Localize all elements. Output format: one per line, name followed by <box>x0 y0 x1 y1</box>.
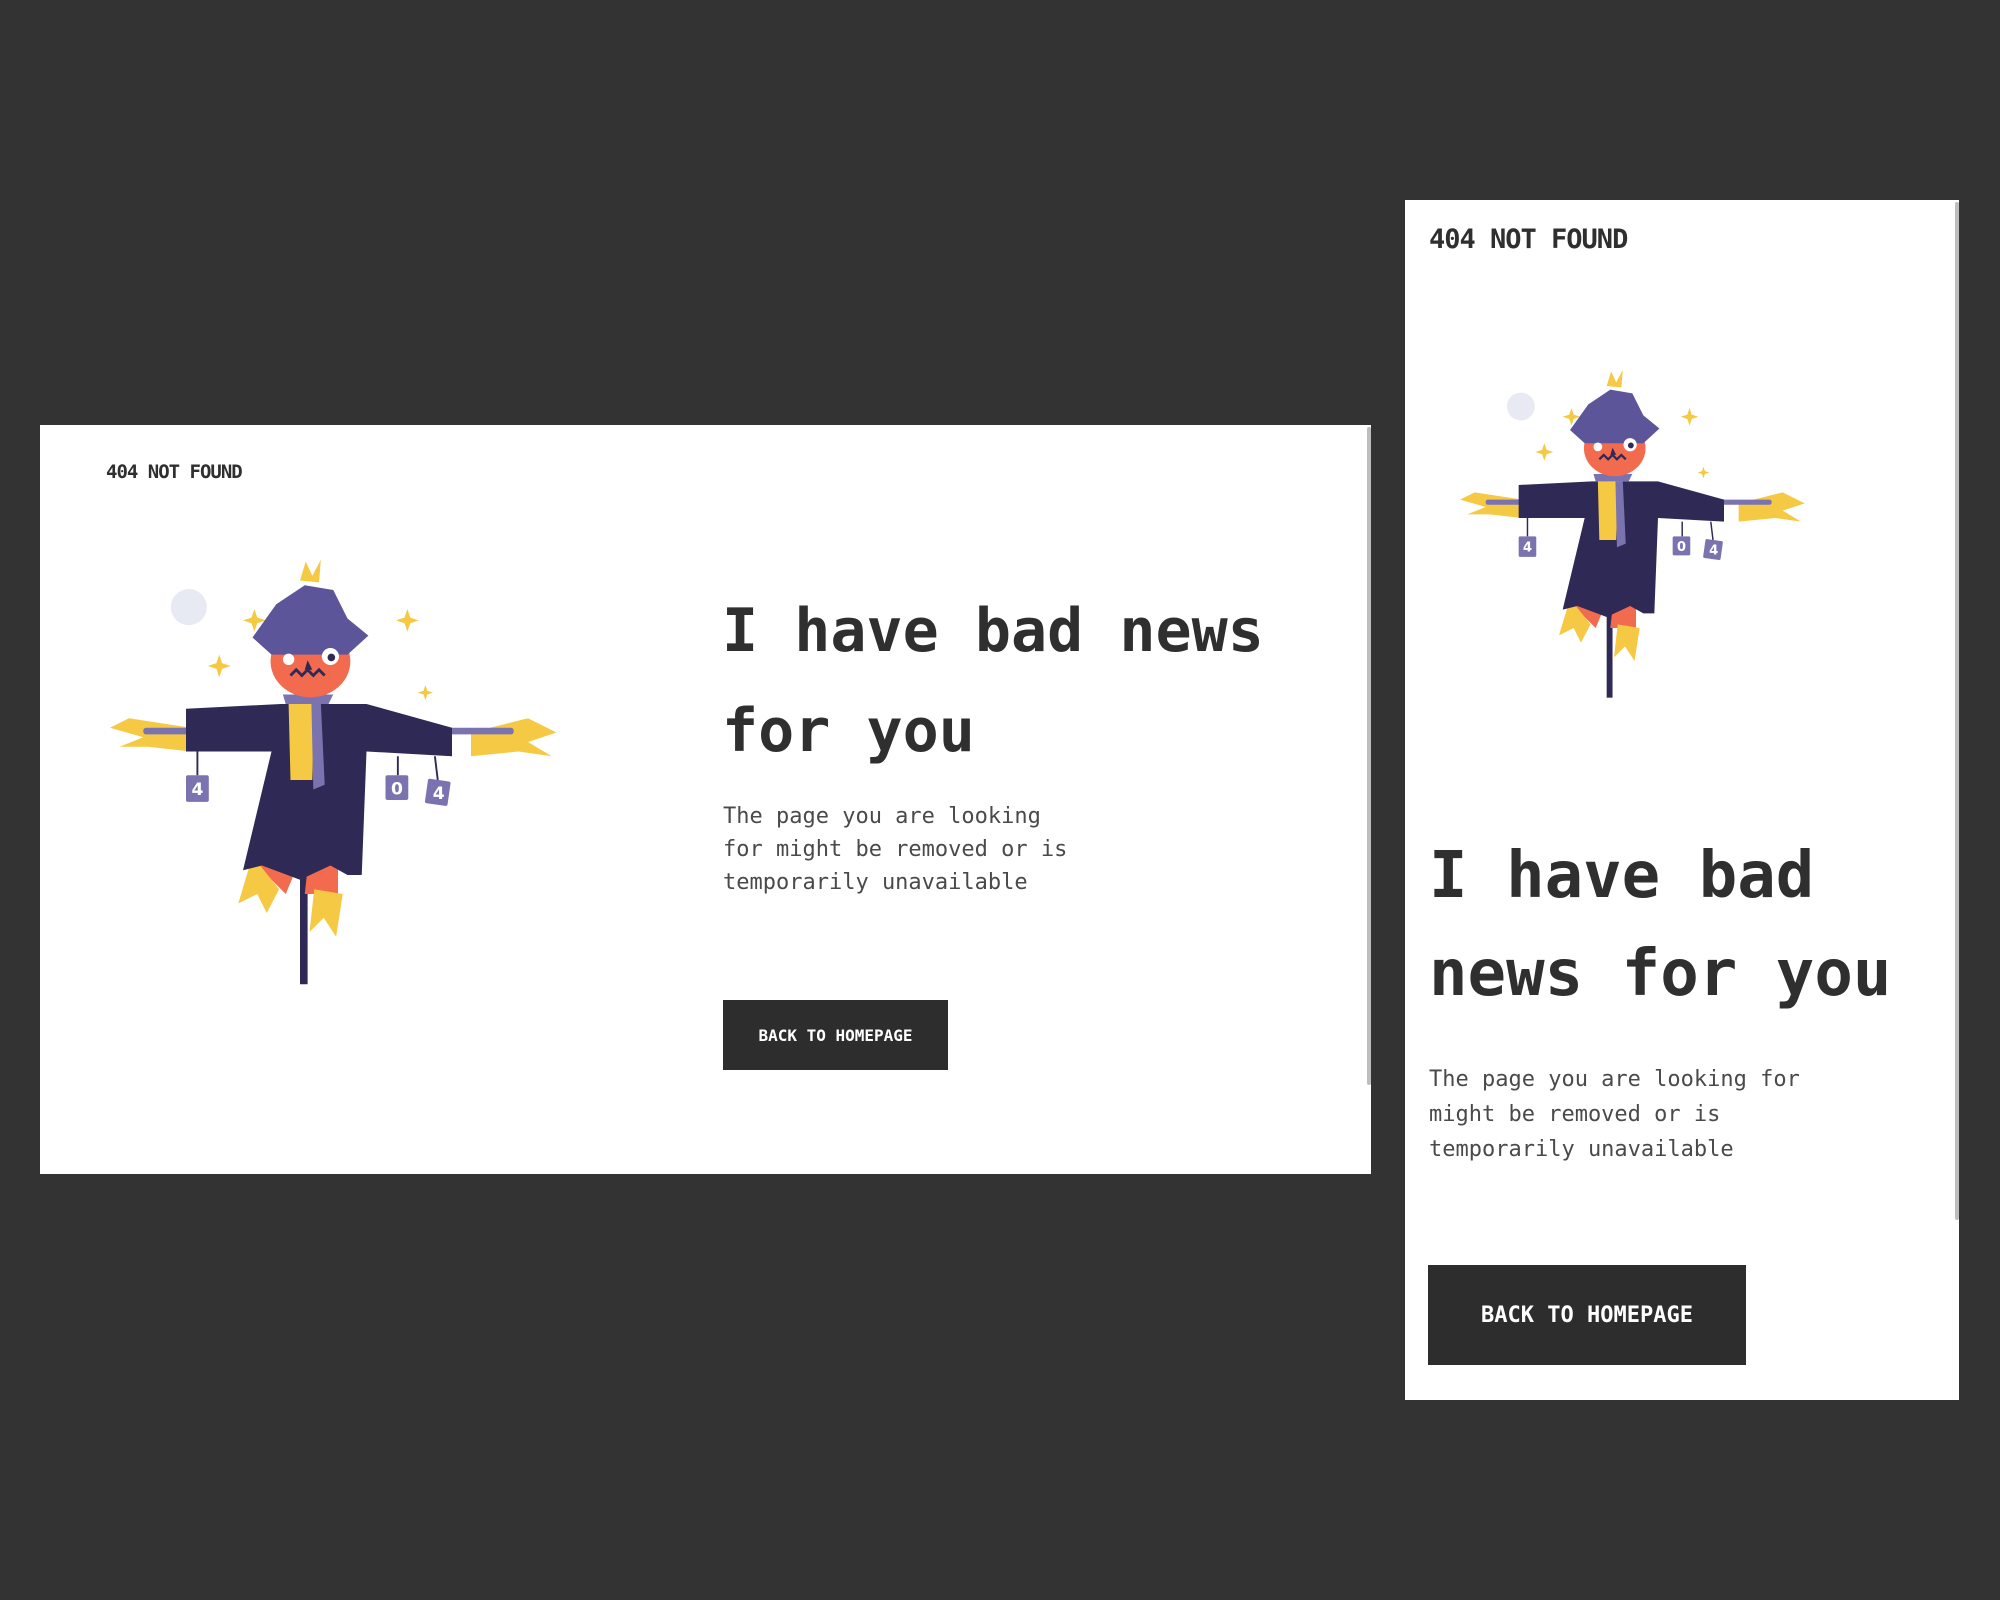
page-headline: I have bad news for you <box>1429 839 1892 1011</box>
scarecrow-illustration: 4 0 4 <box>1460 370 1805 698</box>
moon-icon <box>170 589 207 626</box>
svg-text:4: 4 <box>1709 544 1718 559</box>
page-description: The page you are looking for might be re… <box>1429 1067 1800 1162</box>
can-4-left: 4 <box>1518 518 1537 557</box>
can-4-right: 4 <box>1703 521 1723 561</box>
can-4-left: 4 <box>186 751 209 802</box>
page-headline: I have bad news for you <box>722 596 1264 766</box>
moon-icon <box>1506 392 1535 421</box>
svg-text:0: 0 <box>391 779 403 799</box>
svg-text:4: 4 <box>433 784 445 804</box>
can-0: 0 <box>1672 521 1691 556</box>
svg-text:4: 4 <box>191 780 203 800</box>
can-0: 0 <box>385 756 409 800</box>
desktop-preview: 404 NOT FOUND 4 0 4 I have bad news for … <box>40 425 1371 1174</box>
back-to-homepage-button[interactable]: BACK TO HOMEPAGE <box>1428 1265 1746 1365</box>
scarecrow-illustration: 4 0 4 <box>110 560 557 985</box>
back-to-homepage-button[interactable]: BACK TO HOMEPAGE <box>723 1000 948 1070</box>
svg-text:0: 0 <box>1677 540 1686 555</box>
brand-logo[interactable]: 404 NOT FOUND <box>1429 224 1628 255</box>
can-4-right: 4 <box>424 756 451 806</box>
scrollbar[interactable] <box>1955 202 1959 1220</box>
svg-text:4: 4 <box>1523 541 1532 556</box>
scrollbar[interactable] <box>1367 427 1371 1085</box>
scarecrow-hat <box>252 585 369 655</box>
scarecrow-hat <box>1570 389 1660 444</box>
page-description: The page you are looking for might be re… <box>723 804 1068 895</box>
brand-logo[interactable]: 404 NOT FOUND <box>106 461 243 483</box>
mobile-preview: 404 NOT FOUND 4 0 4 I have bad news for … <box>1405 200 1959 1400</box>
